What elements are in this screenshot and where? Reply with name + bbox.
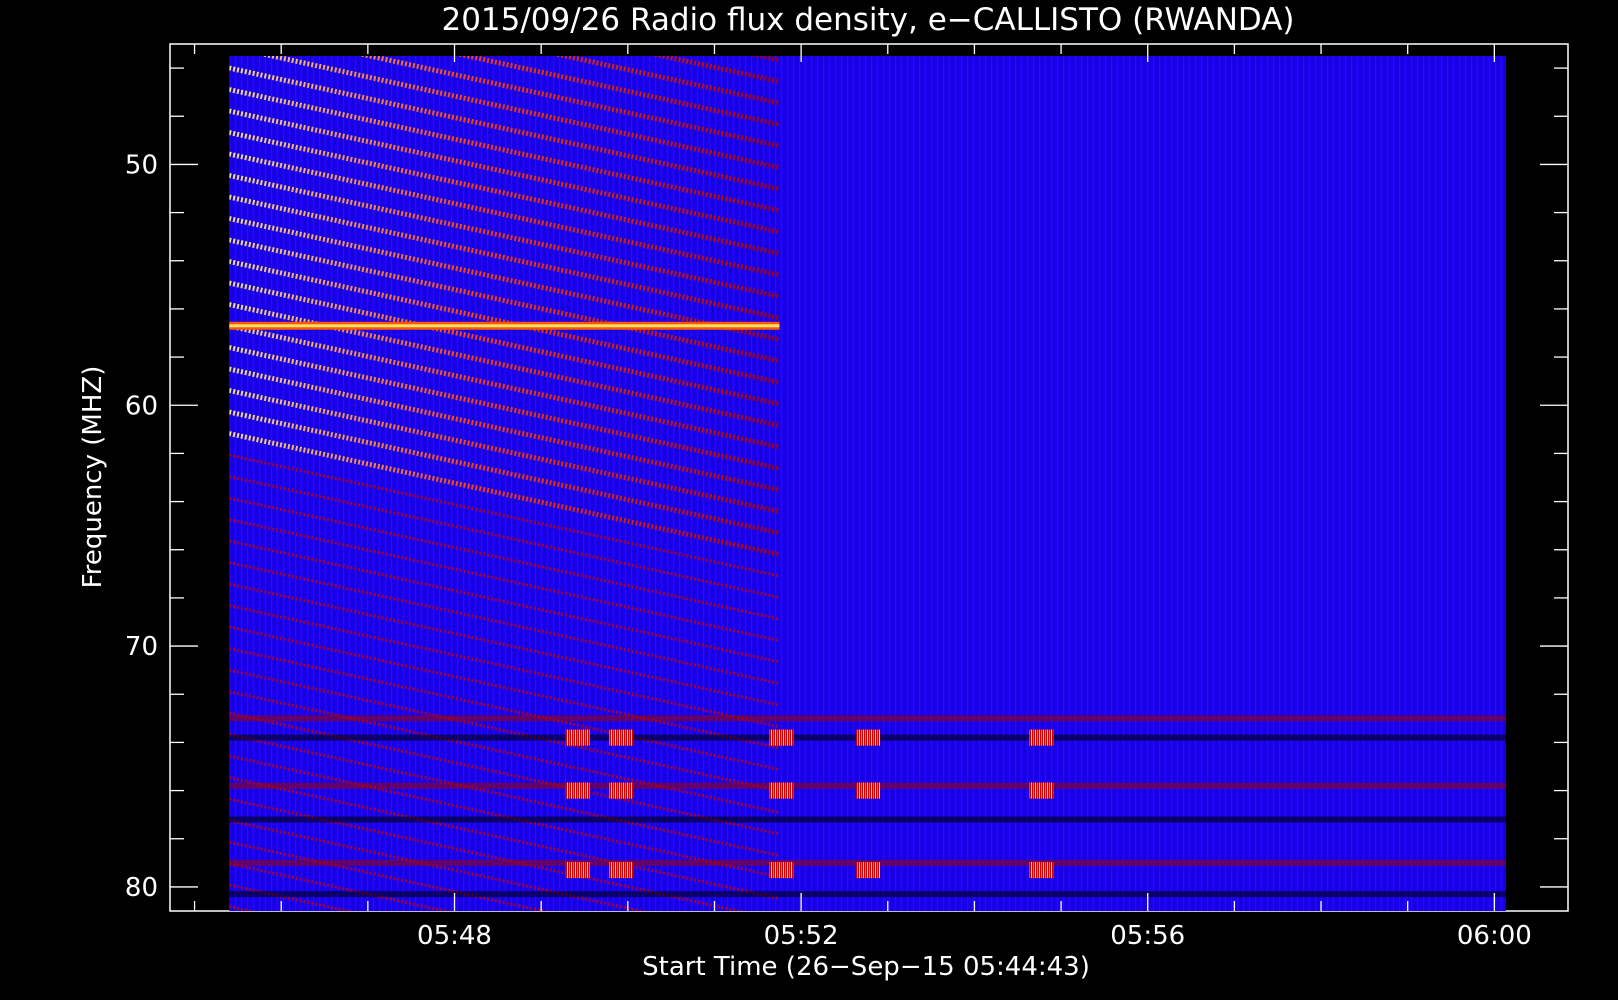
burst-cell bbox=[609, 862, 634, 879]
chart-title: 2015/09/26 Radio flux density, e−CALLIST… bbox=[441, 2, 1294, 38]
x-tick-label: 05:56 bbox=[1110, 921, 1185, 951]
burst-cell bbox=[769, 782, 794, 799]
heatmap-layer bbox=[229, 56, 1506, 911]
y-tick-label: 80 bbox=[125, 873, 158, 903]
narrowband-line-core bbox=[229, 324, 780, 328]
rfi-band bbox=[229, 715, 1506, 722]
burst-cell bbox=[769, 729, 794, 746]
burst-cell bbox=[565, 782, 590, 799]
x-tick-label: 05:48 bbox=[417, 921, 492, 951]
burst-cell bbox=[856, 729, 881, 746]
burst-cell bbox=[769, 862, 794, 879]
spectrogram-chart: 2015/09/26 Radio flux density, e−CALLIST… bbox=[78, 2, 1569, 982]
y-tick-label: 60 bbox=[125, 391, 158, 421]
burst-cell bbox=[856, 782, 881, 799]
burst-cell bbox=[1029, 862, 1054, 879]
burst-cell bbox=[609, 782, 634, 799]
y-axis-label: Frequency (MHZ) bbox=[78, 366, 108, 589]
y-tick-label: 50 bbox=[125, 150, 158, 180]
y-tick-label: 70 bbox=[125, 632, 158, 662]
burst-cell bbox=[1029, 782, 1054, 799]
rfi-band bbox=[229, 891, 1506, 898]
x-tick-label: 06:00 bbox=[1457, 921, 1532, 951]
burst-cell bbox=[565, 729, 590, 746]
x-tick-label: 05:52 bbox=[764, 921, 839, 951]
burst-cell bbox=[565, 862, 590, 879]
plot-area: 05:48 05:52 05:56 06:00 50 60 70 80 bbox=[125, 43, 1569, 951]
x-axis-label: Start Time (26−Sep−15 05:44:43) bbox=[642, 952, 1090, 982]
burst-cell bbox=[609, 729, 634, 746]
burst-cell bbox=[856, 862, 881, 879]
rfi-band bbox=[229, 816, 1506, 823]
burst-cell bbox=[1029, 729, 1054, 746]
